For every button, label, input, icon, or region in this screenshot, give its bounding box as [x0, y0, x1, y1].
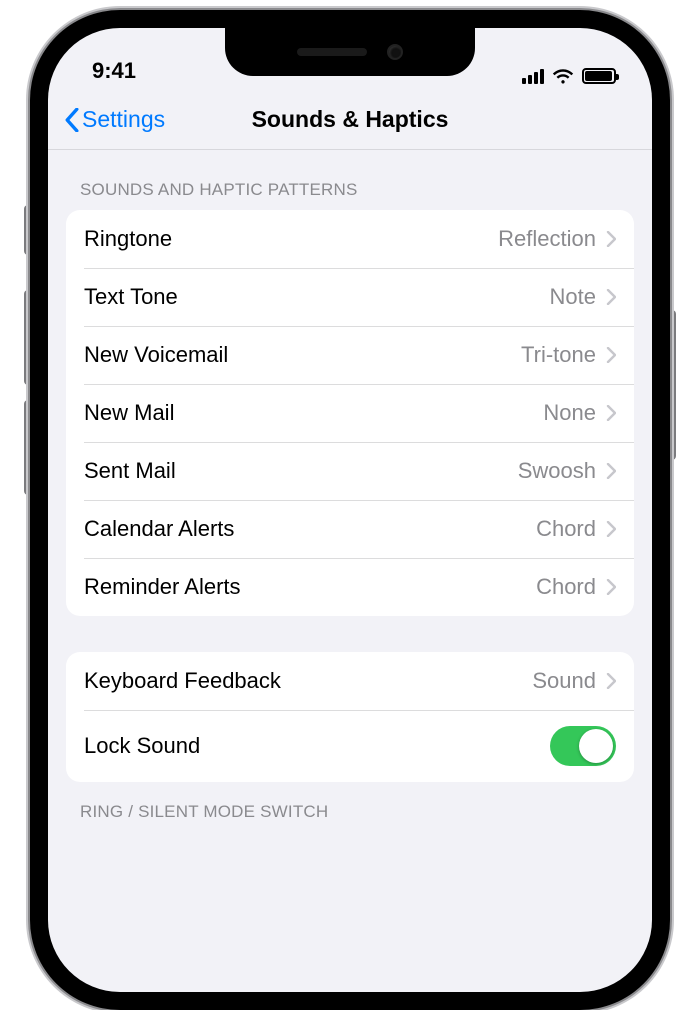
row-value: Tri-tone [521, 342, 596, 368]
row-label: Ringtone [84, 226, 498, 252]
row-label: Calendar Alerts [84, 516, 536, 542]
row-ringtone[interactable]: Ringtone Reflection [66, 210, 634, 268]
row-value: Chord [536, 574, 596, 600]
lock-sound-toggle[interactable] [550, 726, 616, 766]
chevron-right-icon [606, 579, 616, 595]
row-new-mail[interactable]: New Mail None [66, 384, 634, 442]
row-label: Text Tone [84, 284, 550, 310]
content-scroll[interactable]: SOUNDS AND HAPTIC PATTERNS Ringtone Refl… [48, 150, 652, 832]
row-label: Lock Sound [84, 733, 550, 759]
row-label: Sent Mail [84, 458, 518, 484]
section-header-ring-silent: RING / SILENT MODE SWITCH [48, 782, 652, 832]
row-value: None [543, 400, 596, 426]
row-value: Sound [532, 668, 596, 694]
front-camera [387, 44, 403, 60]
back-button[interactable]: Settings [64, 106, 165, 133]
row-new-voicemail[interactable]: New Voicemail Tri-tone [66, 326, 634, 384]
speaker-grill [297, 48, 367, 56]
row-sent-mail[interactable]: Sent Mail Swoosh [66, 442, 634, 500]
wifi-icon [552, 68, 574, 84]
navigation-bar: Settings Sounds & Haptics [48, 90, 652, 150]
row-keyboard-feedback[interactable]: Keyboard Feedback Sound [66, 652, 634, 710]
chevron-right-icon [606, 289, 616, 305]
group-sounds-patterns: Ringtone Reflection Text Tone Note New V… [66, 210, 634, 616]
battery-icon [582, 68, 616, 84]
row-label: Keyboard Feedback [84, 668, 532, 694]
status-time: 9:41 [92, 58, 136, 84]
row-calendar-alerts[interactable]: Calendar Alerts Chord [66, 500, 634, 558]
row-label: Reminder Alerts [84, 574, 536, 600]
row-value: Reflection [498, 226, 596, 252]
row-lock-sound: Lock Sound [66, 710, 634, 782]
back-label: Settings [82, 106, 165, 133]
notch [225, 28, 475, 76]
row-reminder-alerts[interactable]: Reminder Alerts Chord [66, 558, 634, 616]
row-label: New Voicemail [84, 342, 521, 368]
row-value: Note [550, 284, 596, 310]
row-label: New Mail [84, 400, 543, 426]
chevron-left-icon [64, 108, 80, 132]
chevron-right-icon [606, 231, 616, 247]
screen: 9:41 Settings [48, 28, 652, 992]
chevron-right-icon [606, 347, 616, 363]
section-header-sounds-patterns: SOUNDS AND HAPTIC PATTERNS [48, 160, 652, 210]
phone-frame: 9:41 Settings [30, 10, 670, 1010]
row-value: Chord [536, 516, 596, 542]
cellular-signal-icon [522, 68, 544, 84]
toggle-knob [579, 729, 613, 763]
group-feedback: Keyboard Feedback Sound Lock Sound [66, 652, 634, 782]
chevron-right-icon [606, 673, 616, 689]
chevron-right-icon [606, 463, 616, 479]
row-text-tone[interactable]: Text Tone Note [66, 268, 634, 326]
chevron-right-icon [606, 521, 616, 537]
row-value: Swoosh [518, 458, 596, 484]
chevron-right-icon [606, 405, 616, 421]
